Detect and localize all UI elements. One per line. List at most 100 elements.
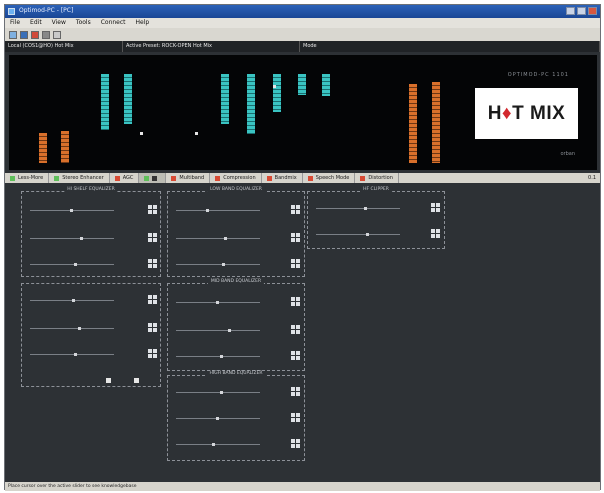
- connect-icon[interactable]: [9, 30, 17, 39]
- panel-title: HIGH BAND EQUALIZER: [206, 371, 266, 376]
- led-icon: [54, 175, 60, 181]
- led-icon: [10, 175, 15, 181]
- menu-connect[interactable]: Connect: [101, 18, 126, 28]
- meter-bar-orange-1: [39, 133, 47, 163]
- open-icon[interactable]: [20, 30, 28, 39]
- clipper-slider[interactable]: [316, 207, 400, 210]
- reset-button[interactable]: [148, 233, 157, 242]
- reset-button[interactable]: [431, 229, 440, 238]
- reset-button[interactable]: [431, 203, 440, 212]
- tab-multiband[interactable]: Multiband: [166, 173, 211, 183]
- slider-thumb[interactable]: [212, 443, 215, 446]
- eq-slider[interactable]: [176, 237, 260, 240]
- slider-thumb[interactable]: [70, 209, 73, 212]
- reset-button[interactable]: [291, 259, 300, 268]
- eq-slider[interactable]: [30, 263, 114, 266]
- slider-thumb[interactable]: [220, 355, 223, 358]
- menu-edit[interactable]: Edit: [30, 18, 42, 28]
- disconnect-icon[interactable]: [31, 30, 39, 39]
- reset-button[interactable]: [148, 295, 157, 304]
- eq-slider[interactable]: [176, 417, 260, 420]
- slider-thumb[interactable]: [224, 237, 227, 240]
- slider-thumb[interactable]: [206, 209, 209, 212]
- slider-thumb[interactable]: [216, 301, 219, 304]
- meter-bar-orange-3: [409, 84, 417, 163]
- panel-title: LOW BAND EQUALIZER: [207, 187, 265, 192]
- eq-slider[interactable]: [30, 299, 114, 302]
- checkbox[interactable]: [134, 378, 139, 383]
- slider-thumb[interactable]: [78, 327, 81, 330]
- slider-thumb[interactable]: [228, 329, 231, 332]
- slider-thumb[interactable]: [364, 207, 367, 210]
- reset-button[interactable]: [291, 413, 300, 422]
- tab-bandmix[interactable]: Bandmix: [262, 173, 303, 183]
- function-tabs: Less-More Stereo Enhancer AGC Multiband …: [5, 173, 600, 183]
- reset-button[interactable]: [291, 351, 300, 360]
- local-preset-label: Local (COS1@HO) Hot Mix: [5, 41, 123, 52]
- eq-panel-2: [21, 283, 161, 387]
- meter-bar-cyan-7: [322, 74, 330, 96]
- window-controls: [566, 7, 597, 15]
- clipper-slider[interactable]: [316, 233, 400, 236]
- eq-slider[interactable]: [176, 443, 260, 446]
- app-window: Optimod-PC - [PC] File Edit View Tools C…: [4, 4, 601, 491]
- slider-thumb[interactable]: [72, 299, 75, 302]
- reset-button[interactable]: [148, 259, 157, 268]
- reset-button[interactable]: [291, 205, 300, 214]
- slider-thumb[interactable]: [80, 237, 83, 240]
- eq-slider[interactable]: [176, 209, 260, 212]
- menu-file[interactable]: File: [10, 18, 20, 28]
- title-bar: Optimod-PC - [PC]: [5, 5, 600, 18]
- meter-bar-cyan-2: [124, 74, 132, 124]
- tab-agc[interactable]: AGC: [110, 173, 140, 183]
- slider-thumb[interactable]: [216, 417, 219, 420]
- tab-compression[interactable]: Compression: [210, 173, 262, 183]
- reset-button[interactable]: [148, 205, 157, 214]
- help-icon[interactable]: [53, 30, 61, 39]
- tab-speech-mode[interactable]: Speech Mode: [303, 173, 356, 183]
- maximize-button[interactable]: [577, 7, 586, 15]
- led-icon: [144, 175, 150, 181]
- orban-text: orban: [560, 151, 575, 157]
- tab-stereo-enhancer[interactable]: Stereo Enhancer: [49, 173, 110, 183]
- menu-tools[interactable]: Tools: [76, 18, 91, 28]
- tab-distortion[interactable]: Distortion: [355, 173, 399, 183]
- slider-thumb[interactable]: [74, 353, 77, 356]
- reset-button[interactable]: [291, 439, 300, 448]
- eq-slider[interactable]: [30, 353, 114, 356]
- menu-view[interactable]: View: [52, 18, 66, 28]
- reset-button[interactable]: [291, 297, 300, 306]
- eq-slider[interactable]: [176, 391, 260, 394]
- tabs-right-label: 0.1: [588, 175, 596, 181]
- reset-button[interactable]: [291, 387, 300, 396]
- slider-thumb[interactable]: [220, 391, 223, 394]
- slider-thumb[interactable]: [222, 263, 225, 266]
- reset-button[interactable]: [291, 233, 300, 242]
- mode-label: Mode: [300, 41, 600, 52]
- active-preset-label: Active Preset: ROCK-OPEN Hot Mix: [123, 41, 300, 52]
- meter-bar-orange-2: [61, 131, 69, 163]
- eq-slider[interactable]: [30, 209, 114, 212]
- eq-slider[interactable]: [176, 301, 260, 304]
- meter-peak-1: [140, 132, 143, 135]
- eq-slider[interactable]: [30, 327, 114, 330]
- flame-icon: ♦: [501, 102, 513, 124]
- reset-button[interactable]: [148, 349, 157, 358]
- reset-button[interactable]: [148, 323, 157, 332]
- eq-slider[interactable]: [176, 355, 260, 358]
- eq-slider[interactable]: [176, 329, 260, 332]
- menu-help[interactable]: Help: [136, 18, 150, 28]
- eq-slider[interactable]: [176, 263, 260, 266]
- led-icon: [266, 175, 272, 181]
- tab-less-more[interactable]: Less-More: [5, 173, 50, 183]
- tab-eq[interactable]: [139, 173, 167, 183]
- app-icon: [8, 8, 15, 15]
- reset-button[interactable]: [291, 325, 300, 334]
- minimize-button[interactable]: [566, 7, 575, 15]
- checkbox[interactable]: [106, 378, 111, 383]
- close-button[interactable]: [588, 7, 597, 15]
- eq-slider[interactable]: [30, 237, 114, 240]
- slider-thumb[interactable]: [74, 263, 77, 266]
- slider-thumb[interactable]: [366, 233, 369, 236]
- save-icon[interactable]: [42, 30, 50, 39]
